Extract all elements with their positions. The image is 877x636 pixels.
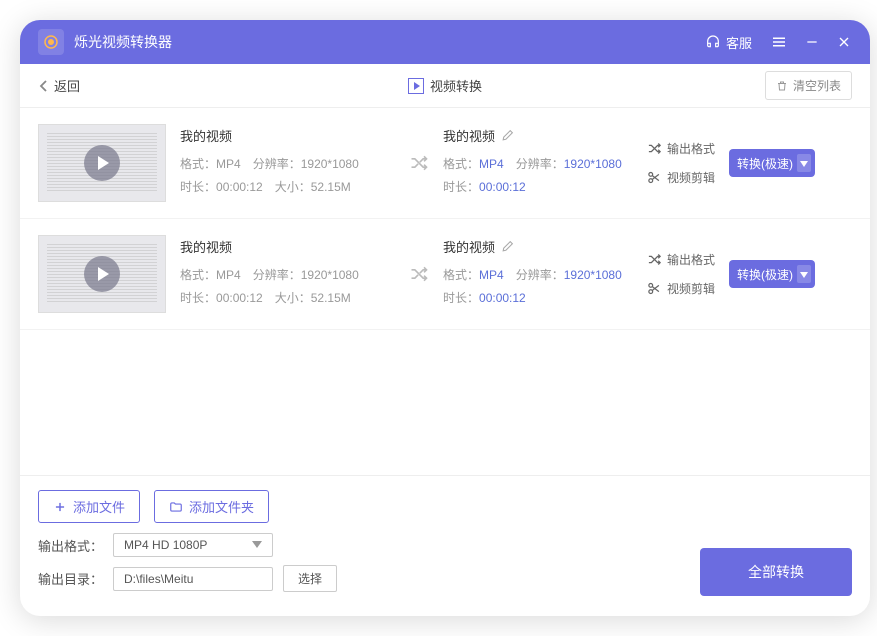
chevron-down-icon[interactable] xyxy=(797,154,811,172)
edit-icon[interactable] xyxy=(501,240,514,253)
output-format-label: 输出格式： xyxy=(38,536,103,555)
list-item: 我的视频 格式：MP4分辨率：1920*1080 时长：00:00:12大小：5… xyxy=(20,219,870,330)
menu-icon[interactable] xyxy=(770,33,788,51)
app-logo-icon xyxy=(38,29,64,55)
minimize-icon[interactable] xyxy=(804,34,820,50)
output-info: 我的视频 格式：MP4分辨率：1920*1080 时长：00:00:12 xyxy=(443,126,633,201)
play-icon xyxy=(84,256,120,292)
app-title: 烁光视频转换器 xyxy=(74,32,705,52)
output-format-action[interactable]: 输出格式 xyxy=(647,251,715,268)
list-item: 我的视频 格式：MP4分辨率：1920*1080 时长：00:00:12大小：5… xyxy=(20,108,870,219)
item-actions: 输出格式 视频剪辑 xyxy=(647,140,715,186)
convert-item-button[interactable]: 转换(极速) xyxy=(729,149,815,177)
convert-item-button[interactable]: 转换(极速) xyxy=(729,260,815,288)
edit-icon[interactable] xyxy=(501,129,514,142)
source-name: 我的视频 xyxy=(180,126,395,145)
add-folder-button[interactable]: 添加文件夹 xyxy=(154,490,269,523)
play-icon xyxy=(84,145,120,181)
video-trim-action[interactable]: 视频剪辑 xyxy=(647,280,715,297)
shuffle-icon xyxy=(409,153,429,173)
output-name: 我的视频 xyxy=(443,126,633,145)
video-thumbnail[interactable] xyxy=(38,235,166,313)
chevron-down-icon[interactable] xyxy=(797,265,811,283)
video-convert-icon xyxy=(408,78,424,94)
close-icon[interactable] xyxy=(836,34,852,50)
topbar: 返回 视频转换 清空列表 xyxy=(20,64,870,108)
shuffle-icon xyxy=(409,264,429,284)
footer: 添加文件 添加文件夹 输出格式： MP4 HD 1080P 输出目录： D:\f… xyxy=(20,475,870,616)
source-name: 我的视频 xyxy=(180,237,395,256)
convert-all-button[interactable]: 全部转换 xyxy=(700,548,852,596)
app-window: 烁光视频转换器 客服 返回 视频转换 清空列表 xyxy=(20,20,870,616)
support-button[interactable]: 客服 xyxy=(705,33,752,52)
source-info: 我的视频 格式：MP4分辨率：1920*1080 时长：00:00:12大小：5… xyxy=(180,237,395,312)
page-title: 视频转换 xyxy=(408,76,482,95)
output-dir-input[interactable]: D:\files\Meitu xyxy=(113,567,273,591)
output-dir-label: 输出目录： xyxy=(38,569,103,588)
clear-list-button[interactable]: 清空列表 xyxy=(765,71,852,100)
output-format-select[interactable]: MP4 HD 1080P xyxy=(113,533,273,557)
output-info: 我的视频 格式：MP4分辨率：1920*1080 时长：00:00:12 xyxy=(443,237,633,312)
video-list: 我的视频 格式：MP4分辨率：1920*1080 时长：00:00:12大小：5… xyxy=(20,108,870,475)
add-file-button[interactable]: 添加文件 xyxy=(38,490,140,523)
source-info: 我的视频 格式：MP4分辨率：1920*1080 时长：00:00:12大小：5… xyxy=(180,126,395,201)
output-name: 我的视频 xyxy=(443,237,633,256)
browse-button[interactable]: 选择 xyxy=(283,565,337,592)
video-trim-action[interactable]: 视频剪辑 xyxy=(647,169,715,186)
item-actions: 输出格式 视频剪辑 xyxy=(647,251,715,297)
titlebar: 烁光视频转换器 客服 xyxy=(20,20,870,64)
back-button[interactable]: 返回 xyxy=(38,76,80,95)
output-format-action[interactable]: 输出格式 xyxy=(647,140,715,157)
video-thumbnail[interactable] xyxy=(38,124,166,202)
